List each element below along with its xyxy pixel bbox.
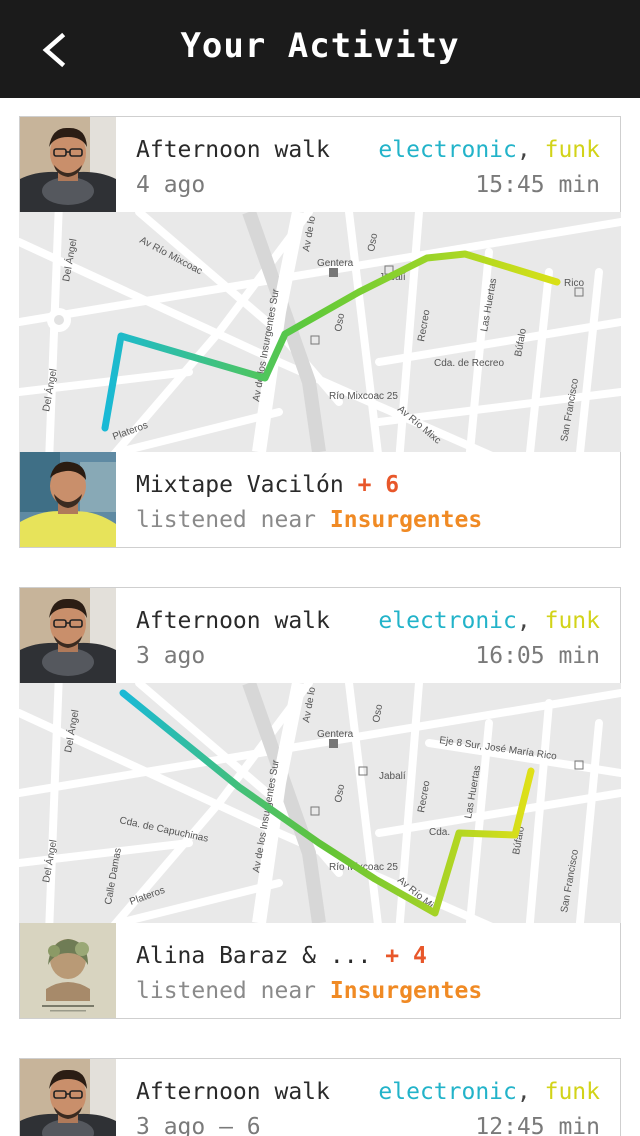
activity-ago: 4 ago	[136, 172, 206, 198]
extra-tracks-count[interactable]: + 4	[385, 943, 427, 969]
album-cover	[20, 452, 116, 547]
activity-title: Afternoon walk	[136, 1079, 330, 1105]
listening-footer[interactable]: Mixtape Vacilón + 6 listened near Insurg…	[19, 452, 621, 548]
genre-tag-electronic[interactable]: electronic	[378, 137, 516, 163]
near-label: listened near	[136, 978, 317, 1004]
avatar	[20, 588, 116, 683]
activity-header: Afternoon walk electronic, funk 3 ago – …	[19, 1058, 621, 1136]
activity-title: Afternoon walk	[136, 137, 330, 163]
genre-tags: electronic, funk	[378, 608, 600, 634]
activity-card[interactable]: Afternoon walk electronic, funk 3 ago 16…	[19, 587, 621, 1019]
activity-ago: 3 ago	[136, 643, 206, 669]
activity-ago: 3 ago – 6	[136, 1114, 261, 1136]
track-line: Alina Baraz & ... + 4	[136, 943, 427, 969]
place-name[interactable]: Insurgentes	[330, 978, 482, 1004]
track-title[interactable]: Mixtape Vacilón	[136, 472, 344, 498]
activity-duration: 16:05 min	[475, 643, 600, 669]
tag-separator: ,	[516, 1079, 531, 1105]
activity-duration: 12:45 min	[475, 1114, 600, 1136]
album-cover	[20, 923, 116, 1018]
route-map[interactable]: Av Río Mixcoac Av de los Insurgentes Sur…	[19, 212, 621, 452]
activity-card[interactable]: Afternoon walk electronic, funk 4 ago 15…	[19, 116, 621, 548]
activity-header: Afternoon walk electronic, funk 3 ago 16…	[19, 587, 621, 683]
location-line: listened near Insurgentes	[136, 978, 482, 1004]
genre-tag-funk[interactable]: funk	[545, 608, 600, 634]
genre-tag-electronic[interactable]: electronic	[378, 608, 516, 634]
tag-separator: ,	[516, 608, 531, 634]
svg-text:Gentera: Gentera	[317, 729, 354, 740]
activity-header: Afternoon walk electronic, funk 4 ago 15…	[19, 116, 621, 212]
svg-text:Cda. de Recreo: Cda. de Recreo	[434, 358, 504, 369]
track-title[interactable]: Alina Baraz & ...	[136, 943, 371, 969]
track-line: Mixtape Vacilón + 6	[136, 472, 399, 498]
svg-text:Cda.: Cda.	[429, 827, 450, 838]
svg-text:Rico: Rico	[564, 278, 584, 289]
activity-card[interactable]: Afternoon walk electronic, funk 3 ago – …	[19, 1058, 621, 1136]
genre-tag-funk[interactable]: funk	[545, 1079, 600, 1105]
svg-text:Río Mixcoac 25: Río Mixcoac 25	[329, 391, 398, 402]
location-line: listened near Insurgentes	[136, 507, 482, 533]
tag-separator: ,	[516, 137, 531, 163]
genre-tag-funk[interactable]: funk	[545, 137, 600, 163]
page-title: Your Activity	[180, 26, 460, 66]
top-bar: Your Activity	[0, 0, 640, 98]
extra-tracks-count[interactable]: + 6	[358, 472, 400, 498]
avatar	[20, 1059, 116, 1136]
route-map[interactable]: Av de los Insurgentes Sur Av de lo Gente…	[19, 683, 621, 923]
near-label: listened near	[136, 507, 317, 533]
activity-title: Afternoon walk	[136, 608, 330, 634]
genre-tags: electronic, funk	[378, 137, 600, 163]
svg-text:Jabalí: Jabalí	[379, 771, 406, 782]
activity-duration: 15:45 min	[475, 172, 600, 198]
genre-tags: electronic, funk	[378, 1079, 600, 1105]
listening-footer[interactable]: Alina Baraz & ... + 4 listened near Insu…	[19, 923, 621, 1019]
place-name[interactable]: Insurgentes	[330, 507, 482, 533]
avatar	[20, 117, 116, 212]
svg-text:Gentera: Gentera	[317, 258, 354, 269]
genre-tag-electronic[interactable]: electronic	[378, 1079, 516, 1105]
